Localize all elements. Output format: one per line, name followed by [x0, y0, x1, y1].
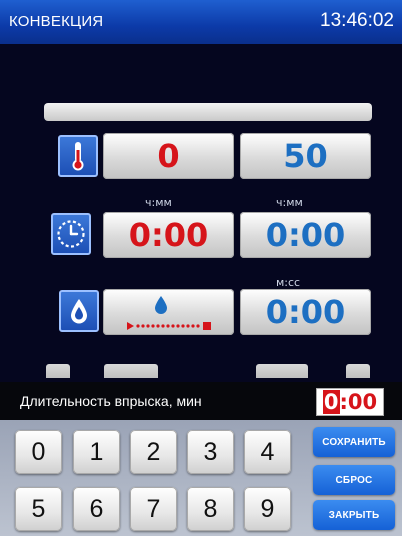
reset-button[interactable]: СБРОС	[313, 465, 395, 495]
main-panel: 0 50 ч:мм ч:мм 0:00 0:00 м:сс 0:00	[0, 44, 402, 382]
target-time[interactable]: 0:00	[240, 212, 371, 258]
key-2[interactable]: 2	[130, 430, 177, 474]
key-1[interactable]: 1	[73, 430, 120, 474]
clock-icon	[57, 220, 85, 248]
key-0[interactable]: 0	[15, 430, 62, 474]
unit-label-left: ч:мм	[145, 196, 172, 209]
timer-button[interactable]	[51, 213, 91, 255]
unit-label-steam: м:сс	[276, 276, 301, 289]
clock: 13:46:02	[320, 10, 394, 31]
title-bar: КОНВЕКЦИЯ 13:46:02	[0, 0, 402, 44]
steam-button[interactable]	[59, 290, 99, 332]
key-5[interactable]: 5	[15, 487, 62, 531]
injection-duration-label: Длительность впрыска, мин	[20, 393, 202, 409]
key-7[interactable]: 7	[130, 487, 177, 531]
water-drop-icon	[71, 299, 87, 324]
mode-title: КОНВЕКЦИЯ	[9, 13, 104, 30]
key-8[interactable]: 8	[187, 487, 234, 531]
save-button[interactable]: СОХРАНИТЬ	[313, 427, 395, 457]
steam-duration[interactable]: 0:00	[240, 289, 371, 335]
hidden-button-2[interactable]	[104, 364, 158, 378]
steam-level-indicator	[126, 296, 211, 330]
edit-cursor-digit: 0	[322, 390, 340, 414]
target-temperature[interactable]: 50	[240, 133, 371, 179]
injection-duration-field[interactable]: 0:00	[316, 388, 384, 416]
temperature-button[interactable]	[58, 135, 98, 177]
thermometer-icon	[72, 142, 84, 171]
current-time[interactable]: 0:00	[103, 212, 234, 258]
key-6[interactable]: 6	[73, 487, 120, 531]
input-bar: Длительность впрыска, мин 0:00	[0, 382, 402, 420]
progress-bar	[44, 103, 372, 121]
steam-level-button[interactable]	[103, 289, 234, 335]
current-temperature[interactable]: 0	[103, 133, 234, 179]
key-9[interactable]: 9	[244, 487, 291, 531]
hidden-button-1[interactable]	[46, 364, 70, 378]
edit-value-rest: :00	[339, 390, 378, 414]
numeric-keypad: 0 1 2 3 4 5 6 7 8 9 СОХРАНИТЬ СБРОС ЗАКР…	[0, 420, 402, 536]
key-3[interactable]: 3	[187, 430, 234, 474]
unit-label-right: ч:мм	[276, 196, 303, 209]
hidden-button-3[interactable]	[256, 364, 308, 378]
close-button[interactable]: ЗАКРЫТЬ	[313, 500, 395, 530]
key-4[interactable]: 4	[244, 430, 291, 474]
hidden-button-4[interactable]	[346, 364, 370, 378]
